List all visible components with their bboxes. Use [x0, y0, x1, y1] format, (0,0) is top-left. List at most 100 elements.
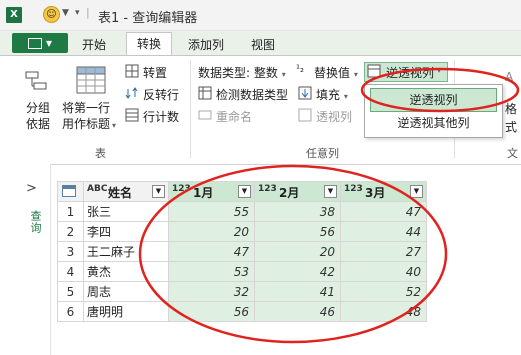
row-index: 1 — [57, 201, 84, 222]
customize-toolbar-icon[interactable]: ▾ — [75, 8, 80, 18]
queries-pane-label[interactable]: 查询 — [27, 210, 43, 234]
count-rows-button[interactable]: 行计数 — [143, 108, 179, 125]
excel-app-icon[interactable]: X — [6, 7, 22, 23]
unpivot-icon — [367, 64, 381, 78]
table-corner[interactable] — [57, 181, 84, 202]
table-row[interactable]: 1 张三 55 38 47 — [57, 201, 427, 222]
pivot-column-button[interactable]: 透视列 — [316, 108, 352, 125]
text-type-icon[interactable]: ABC — [87, 184, 107, 194]
table-row[interactable]: 2 李四 20 56 44 — [57, 221, 427, 242]
menu-item-unpivot-other-columns[interactable]: 逆透视其他列 — [365, 112, 502, 134]
reverse-rows-button[interactable]: 反转行 — [143, 86, 179, 103]
cell-jan[interactable]: 55 — [168, 201, 255, 222]
cell-jan[interactable]: 53 — [168, 261, 255, 282]
cell-name[interactable]: 王二麻子 — [83, 241, 169, 262]
cell-feb[interactable]: 42 — [254, 261, 341, 282]
cutoff-label-ge[interactable]: 格 — [505, 100, 517, 117]
cell-mar[interactable]: 40 — [340, 261, 427, 282]
pivot-column-icon — [298, 108, 312, 122]
cell-feb[interactable]: 41 — [254, 281, 341, 302]
window-title: 表1 - 查询编辑器 — [98, 11, 198, 26]
row-index: 5 — [57, 281, 84, 302]
cell-jan[interactable]: 47 — [168, 241, 255, 262]
cell-mar[interactable]: 48 — [340, 301, 427, 322]
transpose-button[interactable]: 转置 — [143, 64, 167, 81]
cell-feb[interactable]: 38 — [254, 201, 341, 222]
chevron-down-icon: ▾ — [281, 70, 286, 79]
table-row[interactable]: 3 王二麻子 47 20 27 — [57, 241, 427, 262]
cell-mar[interactable]: 44 — [340, 221, 427, 242]
cell-name[interactable]: 唐明明 — [83, 301, 169, 322]
cell-name[interactable]: 李四 — [83, 221, 169, 242]
replace-values-icon: ¹₂ — [296, 64, 305, 75]
header-row: ABC 姓名 ▼ 123 1月 ▼ 123 2月 ▼ 123 3月 ▼ — [57, 181, 427, 202]
column-header-mar[interactable]: 123 3月 ▼ — [340, 181, 427, 202]
column-header-feb[interactable]: 123 2月 ▼ — [254, 181, 341, 202]
separator-icon: | — [86, 6, 90, 19]
number-type-icon[interactable]: 123 — [258, 184, 277, 194]
number-type-icon[interactable]: 123 — [344, 184, 363, 194]
detect-data-type-button[interactable]: 检测数据类型 — [216, 86, 288, 103]
rename-icon — [198, 110, 212, 120]
replace-values-button[interactable]: 替换值 ▾ — [314, 64, 358, 81]
group-by-button[interactable]: 分组 依据 — [26, 100, 50, 132]
column-header-jan[interactable]: 123 1月 ▼ — [168, 181, 255, 202]
cell-feb[interactable]: 56 — [254, 221, 341, 242]
group-label-table: 表 — [95, 147, 106, 160]
cell-jan[interactable]: 20 — [168, 221, 255, 242]
column-name: 2月 — [279, 186, 300, 200]
cell-feb[interactable]: 46 — [254, 301, 341, 322]
column-header-name[interactable]: ABC 姓名 ▼ — [83, 181, 169, 202]
tab-home[interactable]: 开始 — [82, 36, 106, 53]
rename-button[interactable]: 重命名 — [216, 108, 252, 125]
smiley-feedback-icon[interactable]: ☺ — [43, 6, 60, 23]
detect-type-icon — [198, 86, 212, 100]
filter-dropdown-icon[interactable]: ▼ — [152, 185, 165, 198]
filter-dropdown-icon[interactable]: ▼ — [410, 185, 423, 198]
fill-button[interactable]: 填充 ▾ — [316, 86, 348, 103]
fill-down-icon — [298, 86, 312, 100]
table-menu-icon — [62, 185, 76, 197]
cell-mar[interactable]: 52 — [340, 281, 427, 302]
table-row[interactable]: 6 唐明明 56 46 48 — [57, 301, 427, 322]
filter-dropdown-icon[interactable]: ▼ — [324, 185, 337, 198]
first-row-header-icon — [76, 66, 106, 94]
group-by-icon — [25, 71, 47, 90]
tab-view[interactable]: 视图 — [251, 36, 275, 53]
cell-name[interactable]: 张三 — [83, 201, 169, 222]
cutoff-label-shi[interactable]: 式 — [505, 118, 517, 135]
reverse-rows-icon — [125, 87, 138, 99]
table-row[interactable]: 4 黄杰 53 42 40 — [57, 261, 427, 282]
cell-mar[interactable]: 27 — [340, 241, 427, 262]
data-type-dropdown[interactable]: 数据类型: 整数 ▾ — [198, 64, 286, 81]
table-row[interactable]: 5 周志 32 41 52 — [57, 281, 427, 302]
chevron-down-icon: ▾ — [343, 92, 348, 101]
number-type-icon[interactable]: 123 — [172, 184, 191, 194]
file-menu-button[interactable]: ▼ — [12, 33, 68, 53]
data-grid: ABC 姓名 ▼ 123 1月 ▼ 123 2月 ▼ 123 3月 ▼ 1 张三 5… — [57, 181, 427, 322]
row-index: 6 — [57, 301, 84, 322]
cell-jan[interactable]: 32 — [168, 281, 255, 302]
cell-name[interactable]: 黄杰 — [83, 261, 169, 282]
cell-feb[interactable]: 20 — [254, 241, 341, 262]
first-row-dropdown-icon[interactable]: ▾ — [112, 121, 116, 130]
tab-add-column[interactable]: 添加列 — [188, 36, 224, 53]
row-index: 3 — [57, 241, 84, 262]
column-name: 3月 — [365, 186, 386, 200]
dropdown-arrow-icon[interactable]: ▼ — [62, 8, 69, 18]
cell-name[interactable]: 周志 — [83, 281, 169, 302]
unpivot-columns-label: 逆透视列 — [386, 66, 435, 80]
unpivot-dropdown-icon[interactable]: ▾ — [437, 66, 441, 75]
menu-item-unpivot-columns[interactable]: 逆透视列 — [370, 88, 497, 112]
cell-mar[interactable]: 47 — [340, 201, 427, 222]
column-name: 1月 — [193, 186, 214, 200]
expand-pane-chevron-icon[interactable]: > — [26, 181, 37, 196]
count-rows-icon — [125, 108, 139, 122]
cutoff-label-a: A — [505, 70, 514, 84]
use-first-row-as-headers-button[interactable]: 将第一行 用作标题 — [62, 100, 110, 132]
fill-label: 填充 — [316, 88, 341, 102]
filter-dropdown-icon[interactable]: ▼ — [238, 185, 251, 198]
tab-transform[interactable]: 转换 — [126, 32, 173, 57]
data-type-label: 数据类型: 整数 — [198, 66, 278, 80]
cell-jan[interactable]: 56 — [168, 301, 255, 322]
